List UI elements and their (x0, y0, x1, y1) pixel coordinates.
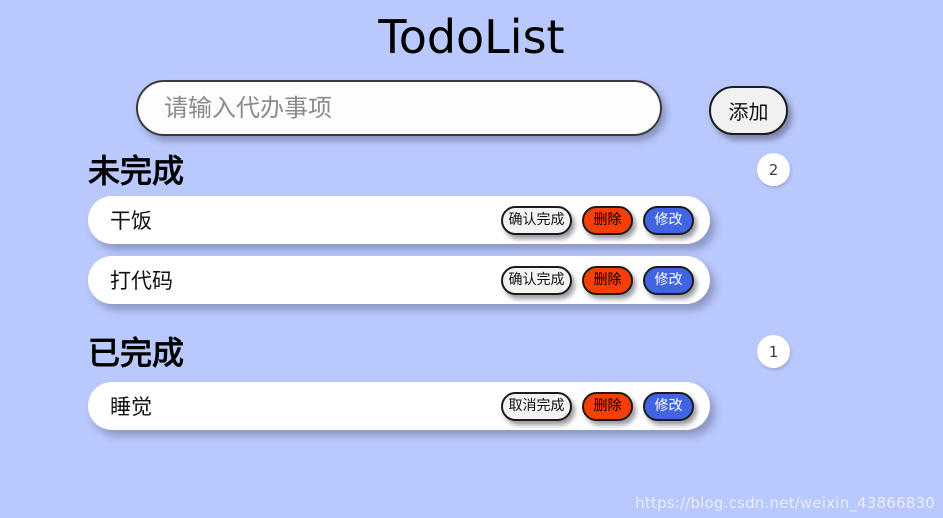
task-list-done: 睡觉 取消完成 删除 修改 (0, 382, 943, 430)
page-title: TodoList (378, 10, 565, 64)
edit-task-button[interactable]: 修改 (643, 265, 694, 295)
section-header-done: 已完成 1 (0, 332, 943, 378)
task-list-incomplete: 干饭 确认完成 删除 修改 打代码 确认完成 删除 修改 (0, 196, 943, 304)
task-label: 睡觉 (110, 395, 152, 419)
new-task-input-row: 添加 (0, 80, 943, 142)
delete-task-button[interactable]: 删除 (582, 391, 633, 421)
task-label: 干饭 (110, 209, 152, 233)
count-badge-done: 1 (757, 335, 790, 368)
task-actions: 确认完成 删除 修改 (501, 205, 694, 235)
section-title-done: 已完成 (88, 334, 185, 372)
count-badge-incomplete: 2 (757, 153, 790, 186)
new-task-input[interactable] (136, 80, 662, 136)
section-header-incomplete: 未完成 2 (0, 150, 943, 196)
cancel-complete-button[interactable]: 取消完成 (501, 391, 572, 421)
confirm-complete-button[interactable]: 确认完成 (501, 205, 572, 235)
delete-task-button[interactable]: 删除 (582, 265, 633, 295)
delete-task-button[interactable]: 删除 (582, 205, 633, 235)
task-row[interactable]: 睡觉 取消完成 删除 修改 (88, 382, 710, 430)
task-actions: 取消完成 删除 修改 (501, 391, 694, 421)
edit-task-button[interactable]: 修改 (643, 391, 694, 421)
add-task-button[interactable]: 添加 (709, 86, 788, 135)
edit-task-button[interactable]: 修改 (643, 205, 694, 235)
task-row[interactable]: 干饭 确认完成 删除 修改 (88, 196, 710, 244)
task-row[interactable]: 打代码 确认完成 删除 修改 (88, 256, 710, 304)
task-actions: 确认完成 删除 修改 (501, 265, 694, 295)
confirm-complete-button[interactable]: 确认完成 (501, 265, 572, 295)
watermark: https://blog.csdn.net/weixin_43866830 (635, 494, 935, 512)
task-label: 打代码 (110, 269, 173, 293)
section-title-incomplete: 未完成 (88, 152, 185, 190)
